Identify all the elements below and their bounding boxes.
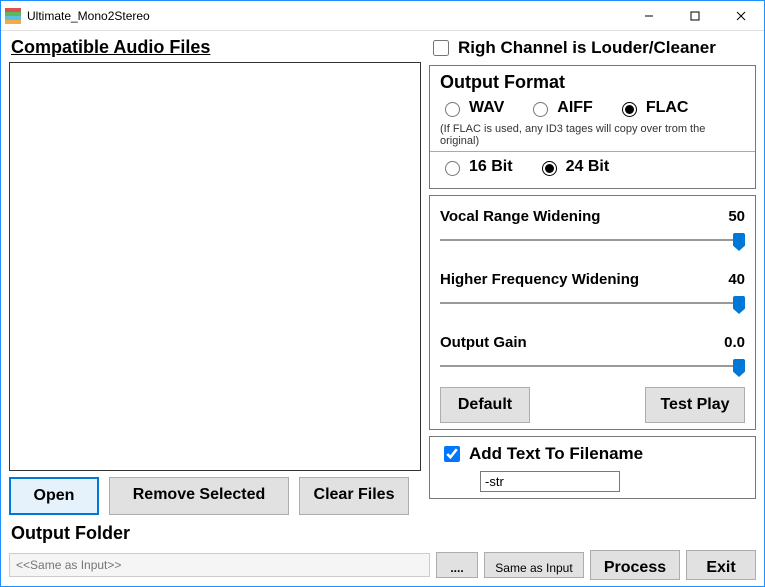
bit16-radio-label[interactable]: 16 Bit (440, 158, 513, 176)
gain-slider-value: 0.0 (724, 334, 745, 351)
aiff-radio[interactable] (533, 102, 548, 117)
remove-selected-button[interactable]: Remove Selected (109, 477, 289, 515)
vocal-slider[interactable] (440, 233, 745, 253)
higher-slider-label: Higher Frequency Widening (440, 271, 639, 288)
add-text-label: Add Text To Filename (469, 444, 643, 464)
add-text-input[interactable] (480, 471, 620, 492)
maximize-button[interactable] (672, 1, 718, 31)
minimize-button[interactable] (626, 1, 672, 31)
add-text-group: Add Text To Filename (429, 436, 756, 499)
open-button[interactable]: Open (9, 477, 99, 515)
wav-radio-label[interactable]: WAV (440, 99, 504, 117)
window-title: Ultimate_Mono2Stereo (27, 9, 150, 23)
titlebar: Ultimate_Mono2Stereo (1, 1, 764, 31)
compatible-files-heading: Compatible Audio Files (11, 37, 421, 58)
process-button[interactable]: Process (590, 550, 680, 580)
bit24-radio[interactable] (542, 161, 557, 176)
bit16-radio[interactable] (445, 161, 460, 176)
flac-radio-label[interactable]: FLAC (617, 99, 689, 117)
test-play-button[interactable]: Test Play (645, 387, 745, 423)
sliders-group: Vocal Range Widening 50 Higher Frequency… (429, 195, 756, 430)
aiff-radio-label[interactable]: AIFF (528, 99, 593, 117)
righ-channel-checkbox[interactable] (433, 40, 449, 56)
exit-button[interactable]: Exit (686, 550, 756, 580)
output-folder-input[interactable] (9, 553, 430, 577)
higher-slider-value: 40 (728, 271, 745, 288)
default-button[interactable]: Default (440, 387, 530, 423)
clear-files-button[interactable]: Clear Files (299, 477, 409, 515)
vocal-slider-label: Vocal Range Widening (440, 208, 600, 225)
browse-button[interactable]: .... (436, 552, 478, 578)
app-icon (5, 8, 21, 24)
file-list[interactable] (9, 62, 421, 471)
bit24-radio-label[interactable]: 24 Bit (537, 158, 610, 176)
gain-slider-label: Output Gain (440, 334, 527, 351)
gain-slider[interactable] (440, 359, 745, 379)
wav-radio[interactable] (445, 102, 460, 117)
righ-channel-label: Righ Channel is Louder/Cleaner (458, 38, 716, 58)
output-folder-label: Output Folder (11, 523, 421, 544)
flac-note: (If FLAC is used, any ID3 tages will cop… (440, 123, 745, 147)
flac-radio[interactable] (622, 102, 637, 117)
add-text-checkbox[interactable] (444, 446, 460, 462)
app-window: Ultimate_Mono2Stereo Compatible Audio Fi… (0, 0, 765, 587)
vocal-slider-value: 50 (728, 208, 745, 225)
footer: .... Same as Input Process Exit (9, 550, 756, 580)
higher-slider[interactable] (440, 296, 745, 316)
output-format-group: Output Format WAV AIFF FLAC (If FLAC is … (429, 65, 756, 189)
output-format-title: Output Format (440, 72, 745, 93)
close-button[interactable] (718, 1, 764, 31)
same-as-input-button[interactable]: Same as Input (484, 552, 584, 578)
